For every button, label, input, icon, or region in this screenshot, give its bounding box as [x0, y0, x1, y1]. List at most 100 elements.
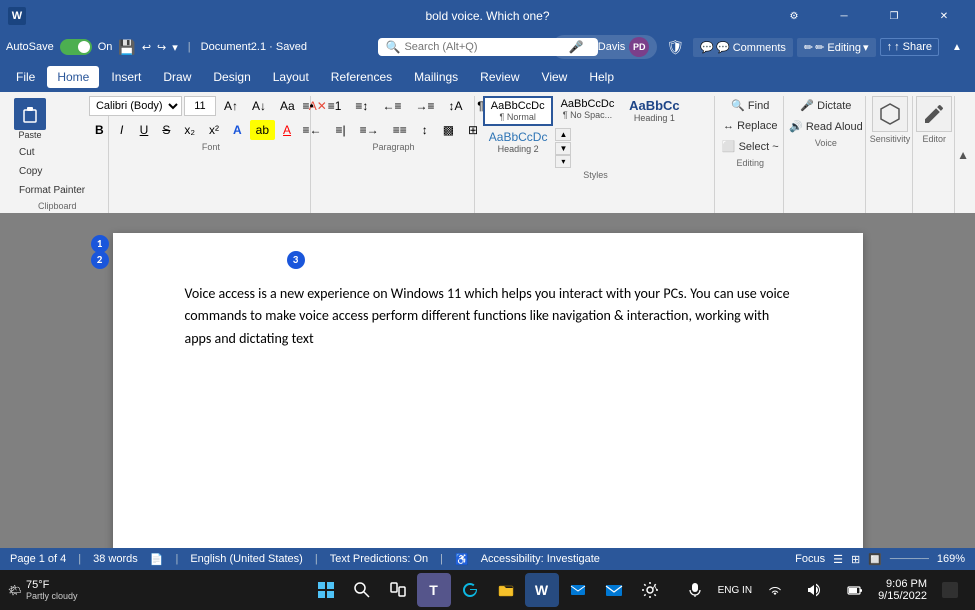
font-size-input[interactable] [184, 96, 216, 116]
accessibility[interactable]: Accessibility: Investigate [481, 553, 600, 565]
subscript-button[interactable]: x₂ [178, 120, 201, 140]
menu-mailings[interactable]: Mailings [404, 66, 468, 88]
focus-button[interactable]: Focus [795, 553, 825, 565]
increase-indent-button[interactable]: →≡ [409, 96, 440, 116]
cut-button[interactable]: Cut [12, 144, 92, 161]
task-view-button[interactable] [381, 573, 415, 607]
menu-design[interactable]: Design [203, 66, 260, 88]
settings-taskbar-button[interactable] [633, 573, 667, 607]
center-button[interactable]: ≡| [330, 120, 352, 140]
mail-button[interactable] [597, 573, 631, 607]
language-indicator[interactable]: ENG IN [718, 585, 752, 596]
editor-button[interactable] [916, 96, 952, 132]
sound-icon[interactable] [798, 573, 832, 607]
share-button[interactable]: ↑↑ Share [880, 38, 939, 56]
customize-button[interactable]: ▾ [172, 41, 178, 54]
weather-widget[interactable]: 🌤 75°F Partly cloudy [8, 579, 78, 601]
styles-expand-button[interactable]: ▾ [555, 155, 571, 168]
menu-review[interactable]: Review [470, 66, 529, 88]
styles-up-button[interactable]: ▲ [555, 128, 571, 141]
styles-down-button[interactable]: ▼ [555, 142, 571, 155]
ribbon-group-font: Calibri (Body) A↑ A↓ Aa A✕ B I U S x₂ x²… [111, 96, 311, 213]
bullets-button[interactable]: ≡• [297, 96, 320, 116]
teams-button[interactable]: T [417, 573, 451, 607]
style-h1[interactable]: AaBbCc Heading 1 [622, 96, 686, 125]
language[interactable]: English (United States) [190, 553, 303, 565]
ribbon-group-styles: AaBbCcDc ¶ Normal AaBbCcDc ¶ No Spac... … [477, 96, 715, 213]
menu-insert[interactable]: Insert [101, 66, 151, 88]
autosave-toggle[interactable] [60, 39, 92, 55]
shading-button[interactable]: ▩ [437, 120, 460, 140]
multilevel-button[interactable]: ≡↕ [349, 96, 374, 116]
italic-button[interactable]: I [112, 120, 132, 140]
style-h2[interactable]: AaBbCcDc Heading 2 [483, 128, 554, 156]
wifi-icon[interactable] [758, 573, 792, 607]
ribbon-collapse-button[interactable]: ▲ [957, 148, 969, 162]
word-taskbar-button[interactable]: W [525, 573, 559, 607]
decrease-indent-button[interactable]: ←≡ [376, 96, 407, 116]
strikethrough-button[interactable]: S [156, 120, 176, 140]
select-button[interactable]: ⬜ Select ~ [715, 137, 786, 156]
underline-button[interactable]: U [134, 120, 155, 140]
redo-button[interactable]: ↪ [157, 41, 166, 54]
save-icon[interactable]: 💾 [118, 39, 135, 56]
dictate-button[interactable]: 🎤 Dictate [793, 96, 858, 115]
bold-button[interactable]: B [89, 120, 110, 140]
menu-references[interactable]: References [321, 66, 402, 88]
mic-taskbar-icon[interactable] [678, 573, 712, 607]
view-read-button[interactable]: 🔲 [868, 553, 882, 566]
proofing-icon[interactable]: 📄 [150, 553, 164, 566]
menu-draw[interactable]: Draw [153, 66, 201, 88]
text-predictions[interactable]: Text Predictions: On [330, 553, 428, 565]
font-label: Font [202, 142, 220, 152]
sensitivity-button[interactable] [872, 96, 908, 132]
undo-button[interactable]: ↩ [142, 41, 151, 54]
increase-font-button[interactable]: A↑ [218, 96, 244, 116]
edge-button[interactable] [453, 573, 487, 607]
sort-button[interactable]: ↕A [442, 96, 468, 116]
highlight-button[interactable]: ab [250, 120, 275, 140]
text-effects-button[interactable]: A [227, 120, 248, 140]
minimize-button[interactable]: ─ [821, 0, 867, 32]
start-button[interactable] [309, 573, 343, 607]
copy-button[interactable]: Copy [12, 163, 92, 180]
format-painter-button[interactable]: Format Painter [12, 182, 92, 199]
style-nospace[interactable]: AaBbCcDc ¶ No Spac... [555, 96, 621, 122]
close-button[interactable]: ✕ [921, 0, 967, 32]
view-normal-button[interactable]: ☰ [833, 553, 843, 566]
numbering-button[interactable]: ≡1 [322, 96, 348, 116]
align-right-button[interactable]: ≡→ [354, 120, 385, 140]
menu-home[interactable]: Home [47, 66, 99, 88]
justify-button[interactable]: ≡≡ [387, 120, 413, 140]
menu-file[interactable]: File [6, 66, 45, 88]
font-color-button[interactable]: A [277, 120, 297, 140]
settings-button[interactable]: ⚙ [771, 0, 817, 32]
system-clock[interactable]: 9:06 PM 9/15/2022 [878, 578, 927, 602]
menu-view[interactable]: View [532, 66, 578, 88]
find-button[interactable]: 🔍 Find [724, 96, 776, 115]
menu-layout[interactable]: Layout [263, 66, 319, 88]
ribbon-collapse-button[interactable]: ▲ [943, 33, 971, 61]
outlook-button[interactable] [561, 573, 595, 607]
read-aloud-button[interactable]: 🔊 Read Aloud [782, 117, 870, 136]
style-normal[interactable]: AaBbCcDc ¶ Normal [483, 96, 553, 126]
font-family-select[interactable]: Calibri (Body) [89, 96, 182, 116]
battery-icon[interactable] [838, 573, 872, 607]
editing-button[interactable]: ✏✏ Editing▾ [797, 38, 876, 57]
comments-button[interactable]: 💬💬 Comments [693, 38, 793, 57]
file-explorer-button[interactable] [489, 573, 523, 607]
search-input[interactable] [404, 41, 564, 53]
menu-help[interactable]: Help [579, 66, 624, 88]
restore-button[interactable]: ❐ [871, 0, 917, 32]
search-taskbar-button[interactable] [345, 573, 379, 607]
decrease-font-button[interactable]: A↓ [246, 96, 272, 116]
line-spacing-button[interactable]: ↕ [415, 120, 435, 140]
paste-button[interactable]: Paste [12, 96, 48, 142]
view-web-button[interactable]: ⊞ [851, 553, 860, 566]
replace-button[interactable]: ↔ Replace [716, 117, 784, 135]
paragraph-label: Paragraph [372, 142, 414, 152]
cloud-button[interactable]: 🛡 [661, 33, 689, 61]
superscript-button[interactable]: x² [203, 120, 225, 140]
notification-button[interactable] [933, 573, 967, 607]
align-left-button[interactable]: ≡← [297, 120, 328, 140]
